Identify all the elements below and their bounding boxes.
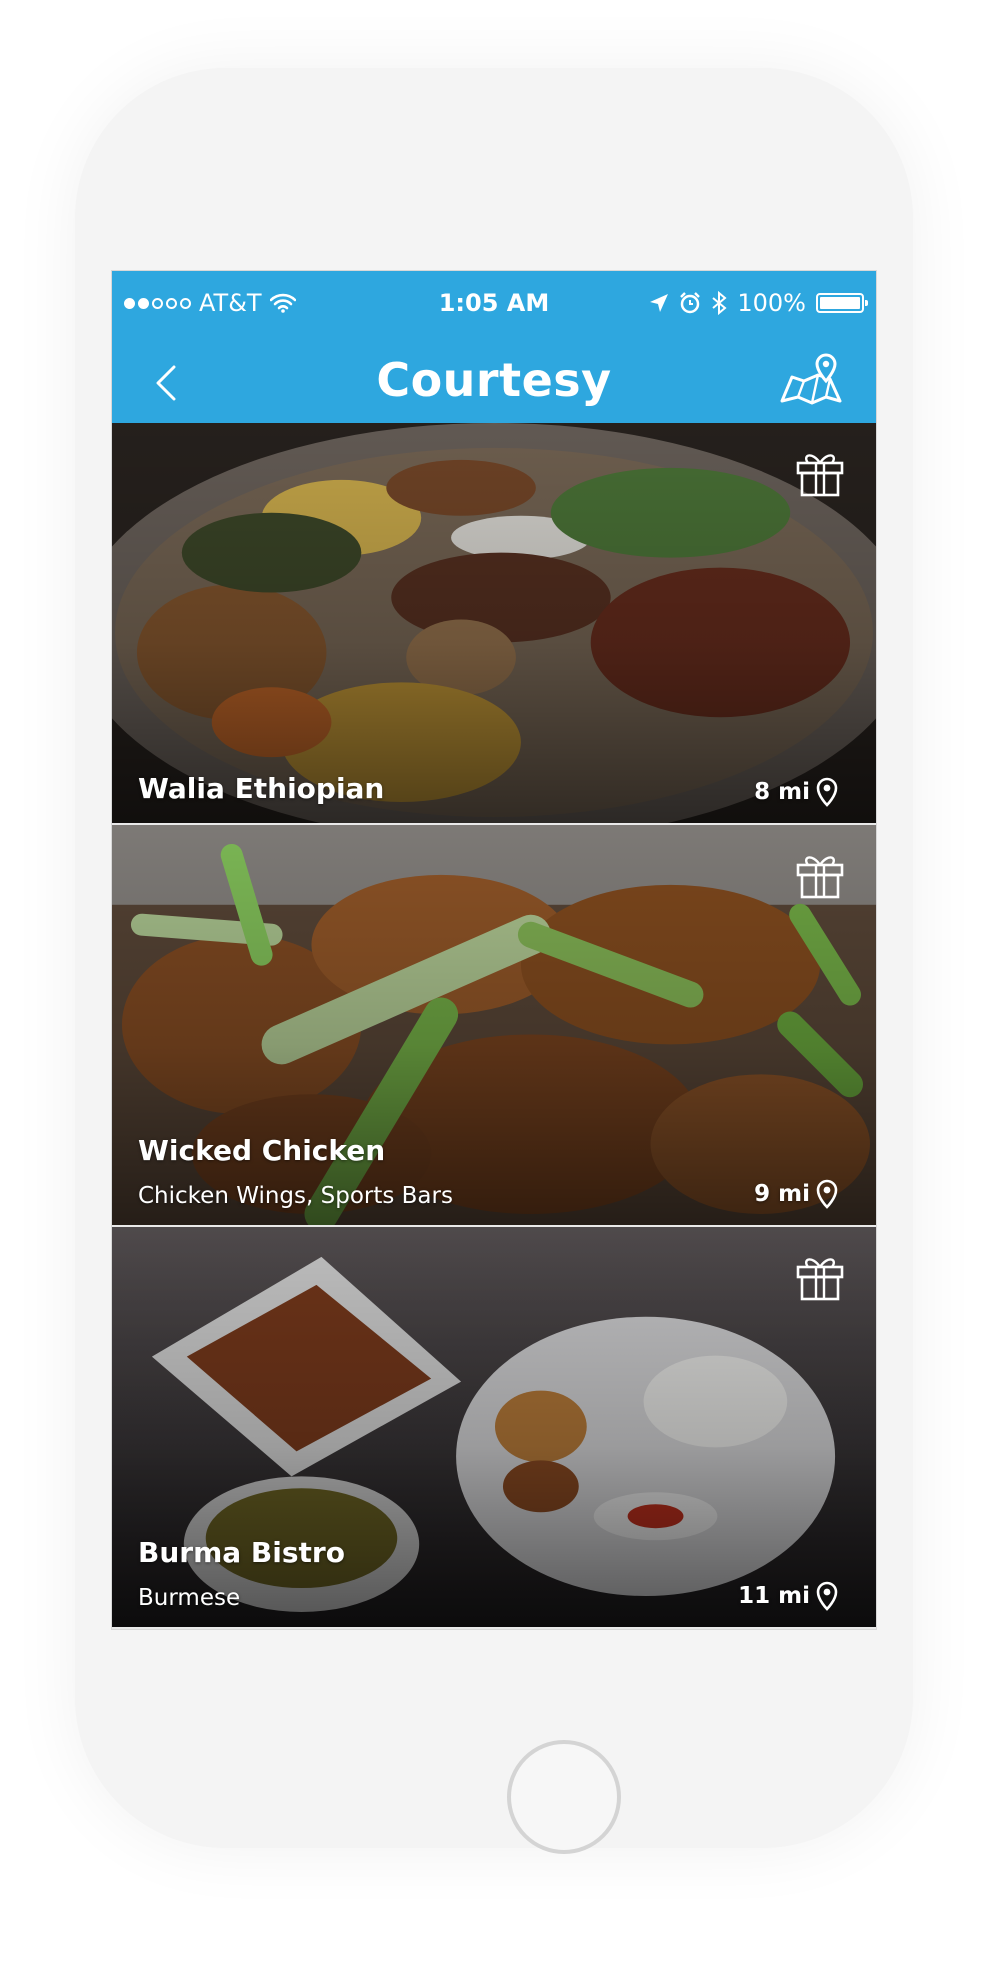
location-arrow-icon — [650, 294, 669, 312]
restaurant-distance: 11 mi — [738, 1581, 838, 1611]
location-pin-icon — [816, 777, 838, 807]
restaurant-card[interactable]: Wicked Chicken Chicken Wings, Sports Bar… — [112, 825, 876, 1227]
alarm-clock-icon — [680, 292, 701, 314]
restaurant-distance: 8 mi — [754, 777, 838, 807]
restaurant-name: Walia Ethiopian — [138, 772, 385, 805]
home-button[interactable] — [507, 1740, 621, 1854]
bluetooth-icon — [712, 291, 727, 315]
map-pin-icon[interactable] — [778, 351, 844, 407]
gift-icon[interactable] — [794, 1251, 846, 1303]
status-bar-right: 100% — [649, 289, 868, 317]
status-bar: AT&T 1:05 AM 100% — [112, 271, 876, 335]
distance-label: 8 mi — [754, 779, 810, 805]
page-title: Courtesy — [376, 353, 612, 407]
battery-percent: 100% — [737, 289, 806, 317]
battery-icon — [816, 293, 868, 313]
gift-icon[interactable] — [794, 849, 846, 901]
restaurant-name: Wicked Chicken — [138, 1134, 386, 1167]
gift-icon[interactable] — [794, 447, 846, 499]
distance-label: 11 mi — [738, 1583, 810, 1609]
restaurant-categories: Chicken Wings, Sports Bars — [138, 1183, 453, 1209]
restaurant-list: Walia Ethiopian 8 mi Wicked Chicken Chic… — [112, 423, 876, 1630]
restaurant-card[interactable]: Walia Ethiopian 8 mi — [112, 423, 876, 825]
distance-label: 9 mi — [754, 1181, 810, 1207]
restaurant-name: Burma Bistro — [138, 1536, 345, 1569]
restaurant-categories: Burmese — [138, 1585, 241, 1611]
nav-bar: Courtesy — [112, 335, 876, 423]
app-screen: AT&T 1:05 AM 100% Courtesy Walia Ethiopi… — [111, 270, 877, 1630]
location-pin-icon — [816, 1581, 838, 1611]
location-pin-icon — [816, 1179, 838, 1209]
restaurant-distance: 9 mi — [754, 1179, 838, 1209]
image-overlay — [112, 423, 876, 823]
restaurant-card[interactable]: Burma Bistro Burmese 11 mi — [112, 1227, 876, 1629]
restaurant-card-partial[interactable] — [112, 1629, 876, 1630]
